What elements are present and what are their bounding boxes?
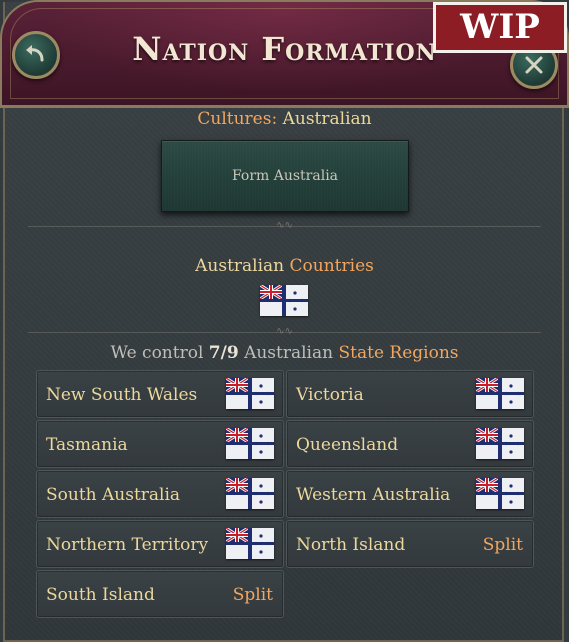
split-status: Split <box>232 585 273 605</box>
state-region-item[interactable]: Tasmania <box>36 420 284 468</box>
state-region-item[interactable]: Victoria <box>286 370 534 418</box>
australian-federation-flag-icon <box>476 428 524 459</box>
australian-federation-flag-icon <box>226 528 274 559</box>
state-region-item[interactable]: New South Wales <box>36 370 284 418</box>
split-status: Split <box>482 535 523 555</box>
state-region-name: Victoria <box>296 385 364 405</box>
cultures-value: Australian <box>282 109 372 129</box>
australian-federation-flag-icon <box>226 378 274 409</box>
state-region-name: Queensland <box>296 435 399 455</box>
back-button[interactable] <box>12 31 60 79</box>
state-region-item[interactable]: South Island Split <box>36 570 284 618</box>
control-culture: Australian <box>244 343 334 363</box>
state-region-name: North Island <box>296 535 406 555</box>
divider: ∿∿ <box>28 327 541 337</box>
countries-heading: Australian Countries <box>0 256 569 276</box>
australian-federation-flag-icon <box>226 428 274 459</box>
state-region-item[interactable]: North Island Split <box>286 520 534 568</box>
state-region-item[interactable]: Western Australia <box>286 470 534 518</box>
countries-prefix: Australian <box>195 256 285 276</box>
countries-label: Countries <box>289 256 374 276</box>
state-region-name: Tasmania <box>46 435 128 455</box>
state-region-name: Western Australia <box>296 485 451 505</box>
control-count: 7/9 <box>208 343 239 363</box>
state-region-name: New South Wales <box>46 385 198 405</box>
australian-federation-flag-icon <box>476 478 524 509</box>
australian-federation-flag-icon <box>226 478 274 509</box>
state-region-name: Northern Territory <box>46 535 209 555</box>
cultures-label: Cultures: <box>197 109 278 129</box>
australian-federation-flag-icon <box>476 378 524 409</box>
state-region-item[interactable]: South Australia <box>36 470 284 518</box>
control-summary: We control 7/9 Australian State Regions <box>0 343 569 363</box>
state-regions-label: State Regions <box>338 343 459 363</box>
state-region-item[interactable]: Queensland <box>286 420 534 468</box>
state-region-name: South Australia <box>46 485 181 505</box>
state-region-name: South Island <box>46 585 155 605</box>
divider: ∿∿ <box>28 221 541 231</box>
control-prefix: We control <box>110 343 204 363</box>
wip-badge: WIP <box>433 2 567 53</box>
close-icon <box>525 56 543 74</box>
state-region-item[interactable]: Northern Territory <box>36 520 284 568</box>
cultures-line: Cultures: Australian <box>0 109 569 129</box>
australian-federation-flag-icon[interactable] <box>260 285 308 316</box>
back-arrow-icon <box>26 45 44 62</box>
form-nation-button[interactable]: Form Australia <box>161 140 409 212</box>
